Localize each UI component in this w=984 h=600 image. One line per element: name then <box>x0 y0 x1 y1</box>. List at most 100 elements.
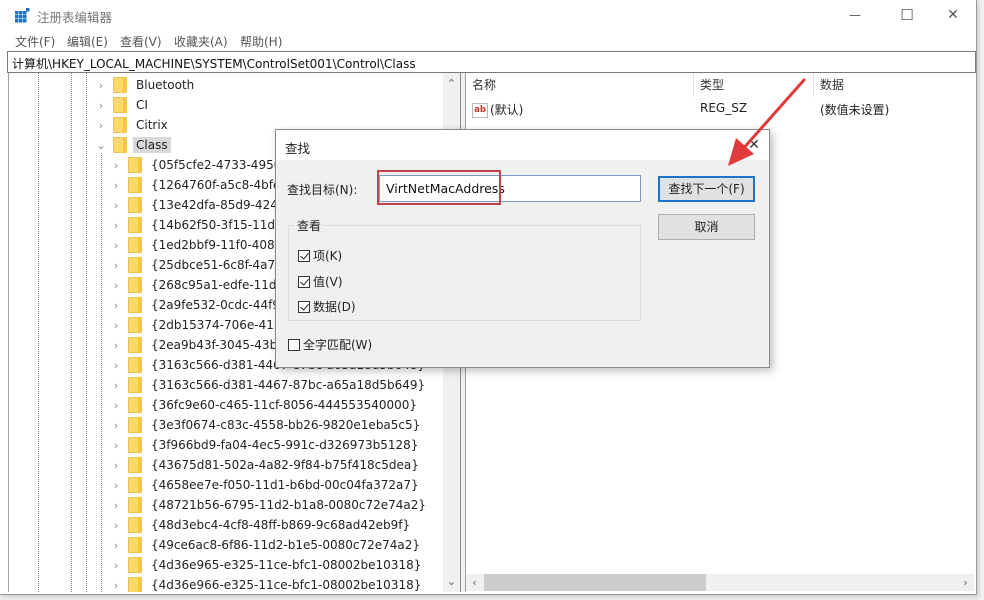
tree-guide-line <box>71 73 72 592</box>
chevron-right-icon[interactable]: › <box>110 319 122 332</box>
find-target-input[interactable] <box>379 175 641 202</box>
window-title: 注册表编辑器 <box>37 10 113 25</box>
tree-node-label: {49ce6ac8-6f86-11d2-b1e5-0080c72e74a2} <box>151 538 421 552</box>
chevron-right-icon[interactable]: › <box>110 159 122 172</box>
tree-node-label: {4658ee7e-f050-11d1-b6bd-00c04fa372a7} <box>151 478 419 492</box>
scroll-left-icon[interactable]: ‹ <box>466 574 483 591</box>
scrollbar-thumb[interactable] <box>484 574 706 591</box>
tree-node[interactable]: › {14b62f50-3f15-11dd- <box>110 215 290 235</box>
chevron-right-icon[interactable]: › <box>110 519 122 532</box>
chevron-right-icon[interactable]: › <box>110 179 122 192</box>
tree-node-label: CI <box>136 98 148 112</box>
chevron-right-icon[interactable]: › <box>95 119 107 132</box>
chevron-right-icon[interactable]: › <box>110 559 122 572</box>
tree-node[interactable]: › {4d36e966-e325-11ce-bfc1-08002be10318} <box>110 575 424 592</box>
tree-node[interactable]: › CI <box>95 95 151 115</box>
checkbox-label: 数据(D) <box>313 300 356 314</box>
chevron-right-icon[interactable]: › <box>110 279 122 292</box>
tree-node-label: {2a9fe532-0cdc-44f9-9 <box>151 298 292 312</box>
close-button[interactable]: ✕ <box>930 0 976 30</box>
tree-node[interactable]: › {1ed2bbf9-11f0-4084- <box>110 235 290 255</box>
folder-icon <box>113 77 127 93</box>
tree-node[interactable]: › {43675d81-502a-4a82-9f84-b75f418c5dea} <box>110 455 422 475</box>
chevron-right-icon[interactable]: › <box>110 359 122 372</box>
chevron-right-icon[interactable]: › <box>110 299 122 312</box>
string-value-icon: ab <box>472 103 488 118</box>
tree-node[interactable]: › Citrix <box>95 115 171 135</box>
menu-view[interactable]: 查看(V) <box>120 33 162 50</box>
find-next-button[interactable]: 查找下一个(F) <box>658 176 755 202</box>
column-header-data[interactable]: 数据 <box>814 73 974 97</box>
chevron-right-icon[interactable]: › <box>110 379 122 392</box>
scroll-down-icon[interactable]: ⌄ <box>443 573 460 590</box>
checkbox-keys[interactable]: 项(K) <box>298 247 342 264</box>
tree-node[interactable]: › {48d3ebc4-4cf8-48ff-b869-9c68ad42eb9f} <box>110 515 413 535</box>
tree-node[interactable]: › Bluetooth <box>95 75 197 95</box>
address-bar[interactable]: 计算机\HKEY_LOCAL_MACHINE\SYSTEM\ControlSet… <box>7 51 976 73</box>
tree-node-label: Class <box>133 137 171 153</box>
checkbox-values[interactable]: 值(V) <box>298 273 343 290</box>
chevron-right-icon[interactable]: › <box>110 579 122 592</box>
chevron-right-icon[interactable]: › <box>110 239 122 252</box>
tree-node[interactable]: ⌄ Class <box>95 135 171 155</box>
cancel-button[interactable]: 取消 <box>658 214 755 240</box>
tree-node[interactable]: › {4d36e965-e325-11ce-bfc1-08002be10318} <box>110 555 424 575</box>
chevron-down-icon[interactable]: ⌄ <box>95 139 107 152</box>
tree-node[interactable]: › {36fc9e60-c465-11cf-8056-444553540000} <box>110 395 420 415</box>
column-header-type[interactable]: 类型 <box>694 73 814 97</box>
find-target-label: 查找目标(N): <box>287 183 358 197</box>
chevron-right-icon[interactable]: › <box>110 419 122 432</box>
tree-node[interactable]: › {268c95a1-edfe-11d3- <box>110 275 292 295</box>
menu-favorites[interactable]: 收藏夹(A) <box>174 33 228 50</box>
chevron-right-icon[interactable]: › <box>110 259 122 272</box>
scroll-right-icon[interactable]: › <box>957 574 974 591</box>
folder-icon <box>128 317 142 333</box>
chevron-right-icon[interactable]: › <box>110 219 122 232</box>
dialog-title-bar: 查找 ✕ <box>276 130 769 160</box>
chevron-right-icon[interactable]: › <box>110 339 122 352</box>
tree-node[interactable]: › {2db15374-706e-4131 <box>110 315 292 335</box>
scroll-up-icon[interactable]: ⌃ <box>443 75 460 92</box>
chevron-right-icon[interactable]: › <box>110 459 122 472</box>
tree-node[interactable]: › {2ea9b43f-3045-43b5- <box>110 335 292 355</box>
tree-node[interactable]: › {13e42dfa-85d9-424d- <box>110 195 293 215</box>
tree-node[interactable]: › {05f5cfe2-4733-4950-a <box>110 155 296 175</box>
tree-node-label: {2db15374-706e-4131 <box>151 318 290 332</box>
close-icon: ✕ <box>748 137 760 153</box>
tree-node[interactable]: › {4658ee7e-f050-11d1-b6bd-00c04fa372a7} <box>110 475 422 495</box>
tree-node[interactable]: › {2a9fe532-0cdc-44f9-9 <box>110 295 295 315</box>
maximize-button[interactable]: ☐ <box>884 0 930 30</box>
tree-node[interactable]: › {1264760f-a5c8-4bfe-b <box>110 175 295 195</box>
column-header-name[interactable]: 名称 <box>466 73 694 97</box>
menu-help[interactable]: 帮助(H) <box>240 33 282 50</box>
chevron-right-icon[interactable]: › <box>110 539 122 552</box>
tree-node[interactable]: › {3e3f0674-c83c-4558-bb26-9820e1eba5c5} <box>110 415 423 435</box>
chevron-right-icon[interactable]: › <box>110 199 122 212</box>
tree-node[interactable]: › {3163c566-d381-4467-87bc-a65a18d5b649} <box>110 375 428 395</box>
checkbox-label: 全字匹配(W) <box>303 338 373 352</box>
value-type: REG_SZ <box>700 101 748 115</box>
tree-node[interactable]: › {25dbce51-6c8f-4a72- <box>110 255 290 275</box>
checkbox-unchecked-icon <box>288 338 300 351</box>
regedit-app-icon <box>15 8 30 23</box>
checkbox-match-whole-string[interactable]: 全字匹配(W) <box>288 336 372 353</box>
tree-node[interactable]: › {49ce6ac8-6f86-11d2-b1e5-0080c72e74a2} <box>110 535 423 555</box>
tree-node-label: {268c95a1-edfe-11d3- <box>151 278 289 292</box>
chevron-right-icon[interactable]: › <box>95 99 107 112</box>
checkbox-data[interactable]: 数据(D) <box>298 298 356 315</box>
minimize-button[interactable]: — <box>832 0 878 30</box>
tree-node[interactable]: › {3f966bd9-fa04-4ec5-991c-d326973b5128} <box>110 435 421 455</box>
chevron-right-icon[interactable]: › <box>95 79 107 92</box>
folder-icon <box>128 397 142 413</box>
chevron-right-icon[interactable]: › <box>110 499 122 512</box>
tree-node[interactable]: › {48721b56-6795-11d2-b1a8-0080c72e74a2} <box>110 495 429 515</box>
chevron-right-icon[interactable]: › <box>110 479 122 492</box>
chevron-right-icon[interactable]: › <box>110 439 122 452</box>
dialog-close-button[interactable]: ✕ <box>745 136 763 154</box>
chevron-right-icon[interactable]: › <box>110 399 122 412</box>
menu-edit[interactable]: 编辑(E) <box>67 33 108 50</box>
menu-file[interactable]: 文件(F) <box>15 33 55 50</box>
find-target-field[interactable] <box>384 180 628 197</box>
folder-icon <box>128 177 142 193</box>
values-horizontal-scrollbar[interactable]: ‹ › <box>466 574 974 591</box>
